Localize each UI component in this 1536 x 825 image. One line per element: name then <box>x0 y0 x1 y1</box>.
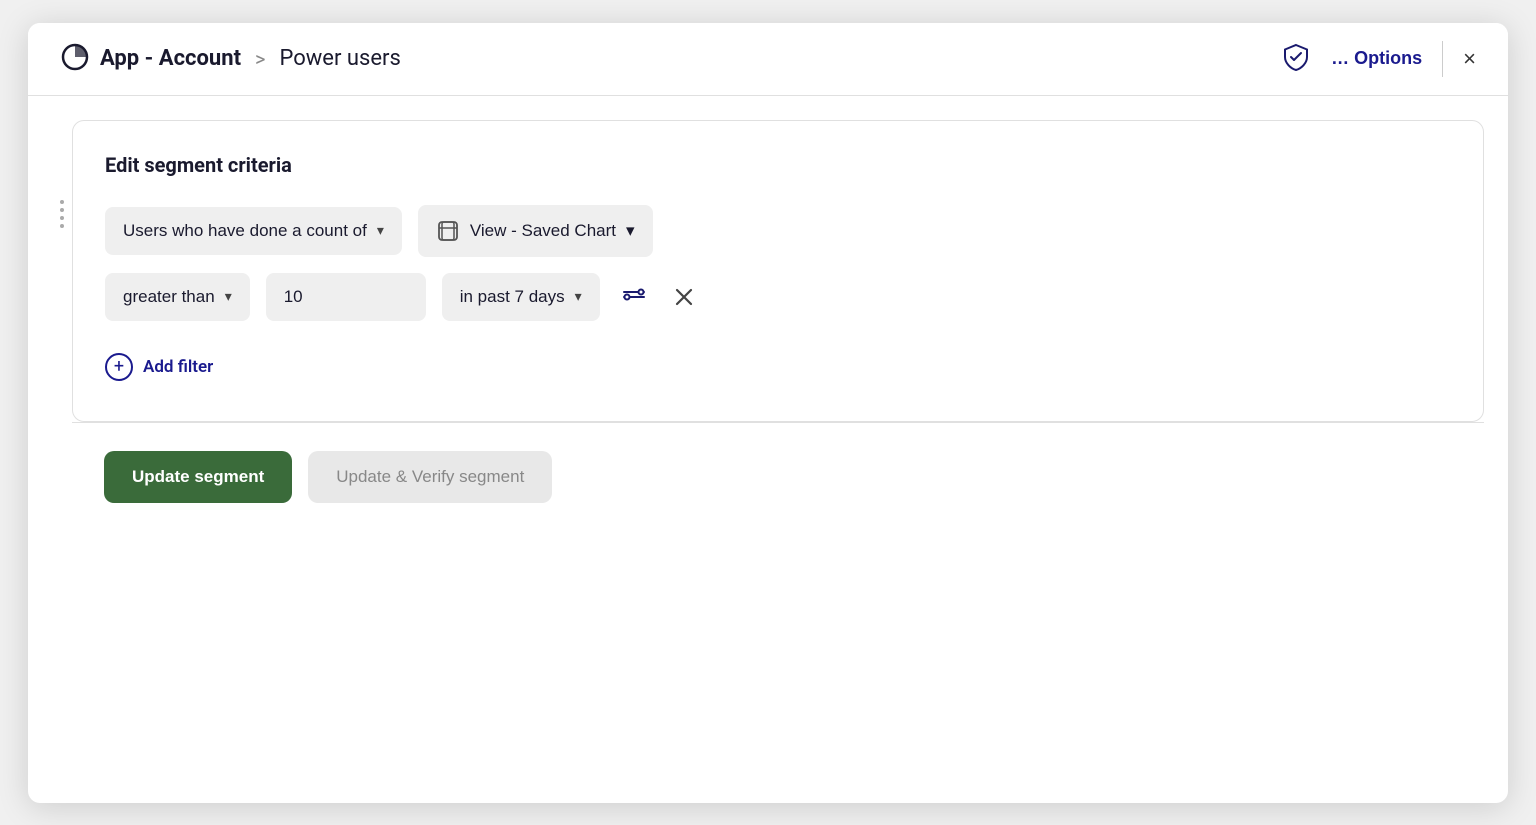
drag-dot-3 <box>60 216 64 220</box>
event-dropdown[interactable]: View - Saved Chart ▾ <box>418 205 653 257</box>
titlebar-right: … Options × <box>1281 41 1476 77</box>
add-filter-circle-icon: + <box>105 353 133 381</box>
update-segment-button[interactable]: Update segment <box>104 451 292 503</box>
operator-chevron-icon: ▾ <box>225 288 232 305</box>
footer-section: Update segment Update & Verify segment <box>72 422 1484 531</box>
section-title: Edit segment criteria <box>105 153 1451 177</box>
remove-filter-button[interactable] <box>668 281 700 313</box>
filter-settings-button[interactable] <box>616 279 652 315</box>
close-button[interactable]: × <box>1463 46 1476 72</box>
drag-dot-1 <box>60 200 64 204</box>
filter-row-2: greater than ▾ in past 7 days ▾ <box>105 273 1451 321</box>
breadcrumb: App - Account > Power users <box>60 42 1281 76</box>
titlebar-divider <box>1442 41 1443 77</box>
drag-dot-4 <box>60 224 64 228</box>
add-filter-label: Add filter <box>143 357 213 377</box>
time-dropdown[interactable]: in past 7 days ▾ <box>442 273 600 321</box>
condition-label: Users who have done a count of <box>123 221 367 241</box>
condition-chevron-icon: ▾ <box>377 222 384 239</box>
shield-icon <box>1281 42 1311 76</box>
time-chevron-icon: ▾ <box>575 288 582 305</box>
drag-dot-2 <box>60 208 64 212</box>
condition-dropdown[interactable]: Users who have done a count of ▾ <box>105 207 402 255</box>
update-verify-button[interactable]: Update & Verify segment <box>308 451 552 503</box>
operator-label: greater than <box>123 287 215 307</box>
main-window: App - Account > Power users … Options × <box>28 23 1508 803</box>
options-button[interactable]: … Options <box>1331 48 1422 69</box>
add-filter-row[interactable]: + Add filter <box>105 353 1451 381</box>
content-area: Edit segment criteria Users who have don… <box>28 96 1508 531</box>
operator-dropdown[interactable]: greater than ▾ <box>105 273 250 321</box>
drag-handle[interactable] <box>52 180 72 248</box>
breadcrumb-current: Power users <box>279 46 400 71</box>
titlebar: App - Account > Power users … Options × <box>28 23 1508 96</box>
event-label: View - Saved Chart <box>470 221 616 241</box>
app-icon <box>60 42 90 76</box>
event-chevron-icon: ▾ <box>626 221 635 241</box>
time-label: in past 7 days <box>460 287 565 307</box>
filter-row-1: Users who have done a count of ▾ View - … <box>105 205 1451 257</box>
event-chart-icon <box>436 219 460 243</box>
segment-editor-card: Edit segment criteria Users who have don… <box>72 120 1484 422</box>
value-input[interactable] <box>266 273 426 321</box>
breadcrumb-separator: > <box>255 47 265 71</box>
breadcrumb-app: App - Account <box>100 46 241 71</box>
